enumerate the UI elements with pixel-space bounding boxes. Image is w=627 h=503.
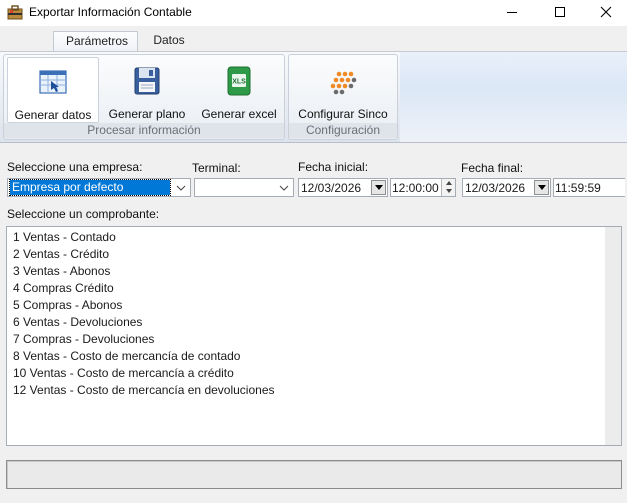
status-bar xyxy=(6,460,622,489)
group-label-configuracion: Configuración xyxy=(289,123,397,138)
comprobante-list[interactable]: 1 Ventas - Contado 2 Ventas - Crédito 3 … xyxy=(6,226,622,446)
fecha-inicial-date-picker[interactable]: 12/03/2026 xyxy=(298,178,388,197)
terminal-select[interactable] xyxy=(194,178,294,197)
fecha-inicial-date-value: 12/03/2026 xyxy=(301,181,362,195)
generar-plano-label: Generar plano xyxy=(108,107,186,121)
list-item[interactable]: 12 Ventas - Costo de mercancía en devolu… xyxy=(13,382,275,399)
list-item[interactable]: 1 Ventas - Contado xyxy=(13,229,275,246)
group-label-procesar: Procesar información xyxy=(4,123,284,138)
fecha-inicial-label: Fecha inicial: xyxy=(298,160,369,174)
chevron-down-icon[interactable] xyxy=(276,180,292,195)
sinco-logo-icon xyxy=(330,71,357,95)
spreadsheet-data-icon xyxy=(39,70,67,94)
chevron-down-icon[interactable] xyxy=(173,180,189,195)
tab-datos[interactable]: Datos xyxy=(141,31,197,52)
fecha-inicial-time-spinner[interactable]: 12:00:00 xyxy=(390,178,456,197)
list-scrollbar[interactable] xyxy=(605,227,621,445)
terminal-selected-value xyxy=(197,180,201,195)
toolbox-icon xyxy=(7,5,23,20)
minimize-icon xyxy=(507,12,517,13)
list-item[interactable]: 2 Ventas - Crédito xyxy=(13,246,275,263)
generar-datos-label: Generar datos xyxy=(14,108,92,122)
empresa-select[interactable]: Empresa por defecto xyxy=(7,178,191,197)
configurar-sinco-button[interactable]: Configurar Sinco xyxy=(292,57,394,123)
fecha-final-date-picker[interactable]: 12/03/2026 xyxy=(462,178,551,197)
close-icon xyxy=(600,6,612,18)
ribbon-panel: Generar datos Generar plano XLS Generar … xyxy=(0,51,627,143)
comprobante-label: Seleccione un comprobante: xyxy=(7,207,160,221)
fecha-final-time-value: 11:59:59 xyxy=(555,181,601,195)
fecha-final-label: Fecha final: xyxy=(461,161,524,175)
comprobante-items: 1 Ventas - Contado 2 Ventas - Crédito 3 … xyxy=(13,229,275,399)
fecha-inicial-time-value: 12:00:00 xyxy=(392,181,439,195)
maximize-button[interactable] xyxy=(537,0,583,24)
list-item[interactable]: 8 Ventas - Costo de mercancía de contado xyxy=(13,348,275,365)
fecha-final-time-spinner[interactable]: 11:59:59 xyxy=(553,178,625,197)
ribbon-background xyxy=(400,52,627,142)
close-button[interactable] xyxy=(583,0,627,24)
empresa-label: Seleccione una empresa: xyxy=(7,160,143,174)
configurar-sinco-label: Configurar Sinco xyxy=(298,107,388,121)
minimize-button[interactable] xyxy=(489,0,535,24)
xls-file-icon: XLS xyxy=(227,66,251,96)
calendar-dropdown-icon[interactable] xyxy=(534,180,549,195)
calendar-dropdown-icon[interactable] xyxy=(371,180,386,195)
group-configuracion: Configurar Sinco Configuración xyxy=(288,54,398,140)
svg-text:XLS: XLS xyxy=(232,79,246,86)
list-item[interactable]: 3 Ventas - Abonos xyxy=(13,263,275,280)
spin-up-icon[interactable] xyxy=(442,179,455,187)
title-bar: Exportar Información Contable xyxy=(0,0,627,26)
list-item[interactable]: 10 Ventas - Costo de mercancía a crédito xyxy=(13,365,275,382)
list-item[interactable]: 7 Compras - Devoluciones xyxy=(13,331,275,348)
maximize-icon xyxy=(555,7,565,17)
fecha-final-date-value: 12/03/2026 xyxy=(465,181,526,195)
spin-down-icon[interactable] xyxy=(442,187,455,195)
window-title: Exportar Información Contable xyxy=(29,5,192,19)
generar-datos-button[interactable]: Generar datos xyxy=(7,57,99,123)
generar-excel-button[interactable]: XLS Generar excel xyxy=(195,57,283,123)
list-item[interactable]: 4 Compras Crédito xyxy=(13,280,275,297)
list-item[interactable]: 5 Compras - Abonos xyxy=(13,297,275,314)
terminal-label: Terminal: xyxy=(192,161,241,175)
generar-excel-label: Generar excel xyxy=(201,107,277,121)
tab-parametros[interactable]: Parámetros xyxy=(53,31,138,52)
list-item[interactable]: 6 Ventas - Devoluciones xyxy=(13,314,275,331)
floppy-disk-icon xyxy=(134,67,160,95)
empresa-selected-value: Empresa por defecto xyxy=(9,179,171,196)
spinner-buttons[interactable] xyxy=(441,179,455,196)
group-procesar-informacion: Generar datos Generar plano XLS Generar … xyxy=(3,54,285,140)
generar-plano-button[interactable]: Generar plano xyxy=(103,57,191,123)
ribbon-tab-strip: Parámetros Datos xyxy=(0,26,627,52)
